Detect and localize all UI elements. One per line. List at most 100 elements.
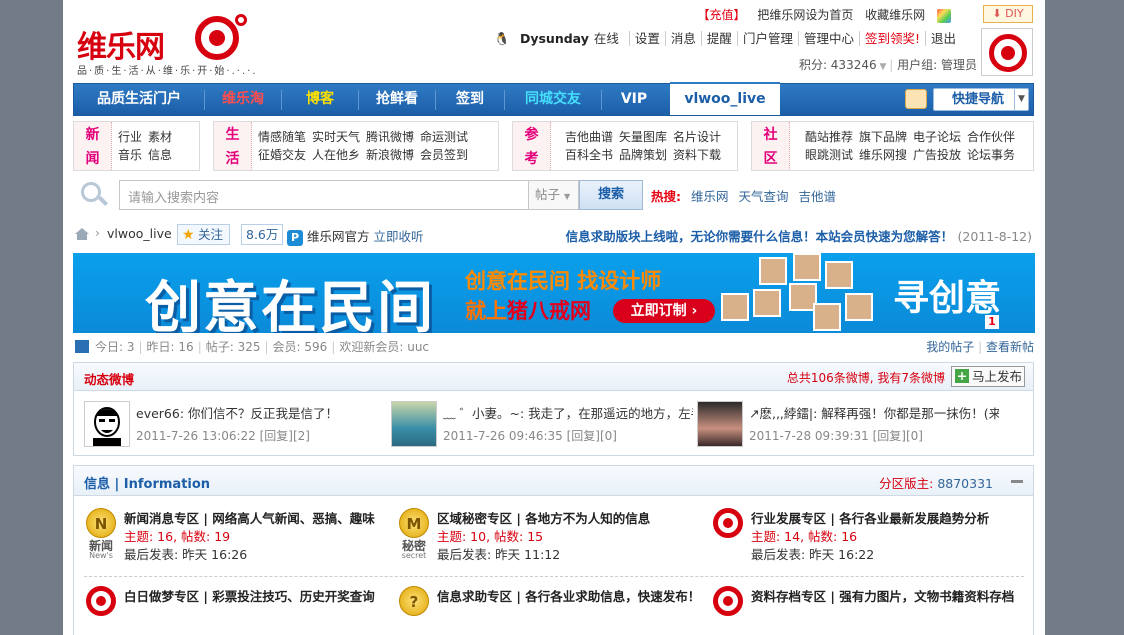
friends-icon[interactable] [905,89,927,109]
category-link[interactable]: 旗下品牌 [859,128,907,146]
target-icon[interactable] [711,508,745,558]
forum-last-post[interactable]: 最后发表: 昨天 11:12 [437,544,560,563]
points-dropdown[interactable]: 积分: 433246 [799,58,877,72]
nav-item-checkin[interactable]: 签到 [436,84,504,115]
set-homepage-link[interactable]: 把维乐网设为首页 [757,8,853,22]
home-icon[interactable] [75,228,89,240]
banner-page-indicator[interactable]: 1 [985,315,999,329]
category-link[interactable]: 素材 [148,128,172,146]
category-link[interactable]: 实时天气 [312,128,360,146]
news-coin-icon[interactable]: N 新闻 New's [84,508,118,560]
weibo-meta[interactable]: 2011-7-26 09:46:35 [回复][0] [443,427,617,444]
weibo-title[interactable]: 动态微博 [84,369,134,388]
weibo-meta[interactable]: 2011-7-26 13:06:22 [回复][2] [136,427,310,444]
forum-name[interactable]: 资料存档专区 | 强有力图片，文物书籍资料存档 [751,586,1014,605]
category-link[interactable]: 人在他乡 [312,146,360,164]
collapse-icon[interactable] [1011,480,1023,483]
forum-last-post[interactable]: 最后发表: 昨天 16:22 [751,544,874,563]
notice-link[interactable]: 信息求助版块上线啦，无论你需要什么信息！本站会员快速为您解答！ (2011-8-… [566,226,1032,245]
category-link[interactable]: 合作伙伴 [967,128,1015,146]
publish-button[interactable]: + 马上发布 [951,366,1025,387]
weibo-text[interactable]: ﹏ ゛小妻。~: 我走了，在那遥远的地方，左手 [443,403,693,422]
view-new-posts-link[interactable]: 查看新帖 [986,340,1034,354]
category-link[interactable]: 论坛事务 [967,146,1015,164]
search-button[interactable]: 搜索 [579,180,643,210]
nav-item-local-dating[interactable]: 同城交友 [505,84,601,115]
category-link[interactable]: 酷站推荐 [805,128,853,146]
user-group-link[interactable]: 用户组: 管理员 [897,58,977,72]
category-link[interactable]: 腾讯微博 [366,128,414,146]
hot-link[interactable]: 吉他谱 [798,189,836,204]
nav-item-preview[interactable]: 抢鲜看 [359,84,435,115]
messages-link[interactable]: 消息 [664,31,701,46]
category-link[interactable]: 征婚交友 [258,146,306,164]
recharge-link[interactable]: 【充值】 [697,8,745,22]
secret-coin-icon[interactable]: M 秘密 secret [397,508,431,560]
weibo-text[interactable]: ever66: 你们信不？反正我是信了！ [136,403,386,422]
category-link[interactable]: 情感随笔 [258,128,306,146]
forum-name[interactable]: 新闻消息专区 | 网络高人气新闻、恶搞、趣味 [124,508,375,527]
category-link[interactable]: 资料下载 [673,146,721,164]
category-link[interactable]: 眼跳测试 [805,146,853,164]
forum-name[interactable]: 区域秘密专区 | 各地方不为人知的信息 [437,508,650,527]
diy-button[interactable]: ⬇ DIY [983,5,1033,23]
nav-item-taobao[interactable]: 维乐淘 [205,84,281,115]
weibo-summary[interactable]: 总共106条微博, 我有7条微博 [787,369,945,386]
checkin-reward-link[interactable]: 签到领奖! [858,31,925,46]
forum-last-post[interactable]: 最后发表: 昨天 16:26 [124,544,247,563]
logout-link[interactable]: 退出 [924,31,961,46]
color-palette-icon[interactable] [937,8,951,23]
nav-item-portal[interactable]: 品质生活门户 [74,84,204,115]
category-link[interactable]: 行业 [118,128,142,146]
nav-item-blog[interactable]: 博客 [282,84,358,115]
weibo-text[interactable]: ↗麽,,,綍鐳|: 解释再强！你都是那一抹伤！(来 [749,403,999,422]
category-link[interactable]: 名片设计 [673,128,721,146]
search-input[interactable]: 请输入搜索内容 [119,180,529,210]
category-link[interactable]: 新浪微博 [366,146,414,164]
moderator-link[interactable]: 8870331 [937,476,993,491]
weibo-avatar[interactable] [391,401,437,447]
ad-banner[interactable]: 创意在民间 创意在民间 找设计师 就上猪八戒网 立即订制 › 寻创意 1 [73,253,1035,333]
category-link[interactable]: 吉他曲谱 [565,128,613,146]
category-link[interactable]: 音乐 [118,146,142,164]
portal-admin-link[interactable]: 门户管理 [736,31,798,46]
category-link[interactable]: 电子论坛 [913,128,961,146]
category-link[interactable]: 百科全书 [565,146,613,164]
category-link[interactable]: 广告投放 [913,146,961,164]
category-link[interactable]: 会员签到 [420,146,468,164]
breadcrumb-current[interactable]: vlwoo_live [107,226,172,241]
username-link[interactable]: Dysunday [515,31,594,46]
reminders-link[interactable]: 提醒 [700,31,737,46]
weibo-avatar[interactable] [84,401,130,447]
hot-link[interactable]: 维乐网 [691,189,729,204]
quick-nav-dropdown[interactable]: 快捷导航 ▼ [933,88,1029,111]
official-link[interactable]: 维乐网官方 [307,229,370,244]
listen-now-link[interactable]: 立即收听 [374,229,424,244]
nav-item-vip[interactable]: VIP [602,84,666,115]
settings-link[interactable]: 设置 [628,31,665,46]
category-link[interactable]: 命运测试 [420,128,468,146]
admin-center-link[interactable]: 管理中心 [797,31,859,46]
weibo-meta[interactable]: 2011-7-28 09:39:31 [回复][0] [749,427,923,444]
site-logo[interactable]: 维乐网 品·质·生·活·从·维·乐·开·始·.·.·. [75,12,256,77]
follow-button[interactable]: ★ 关注 [177,224,231,245]
my-posts-link[interactable]: 我的帖子 [926,340,974,354]
target-icon[interactable] [84,586,118,635]
category-link[interactable]: 维乐网搜 [859,146,907,164]
question-coin-icon[interactable]: ? [397,586,431,635]
category-link[interactable]: 信息 [148,146,172,164]
weibo-avatar[interactable] [697,401,743,447]
info-title[interactable]: 信息 | Information [84,473,210,492]
category-link[interactable]: 矢量图库 [619,128,667,146]
forum-name[interactable]: 白日做梦专区 | 彩票投注技巧、历史开奖查询 [124,586,375,605]
forum-name[interactable]: 行业发展专区 | 各行各业最新发展趋势分析 [751,508,989,527]
target-icon[interactable] [711,586,745,635]
hot-link[interactable]: 天气查询 [738,189,788,204]
forum-name[interactable]: 信息求助专区 | 各行各业求助信息，快速发布！ [437,586,700,605]
order-now-button[interactable]: 立即订制 › [613,299,715,323]
bookmark-link[interactable]: 收藏维乐网 [865,8,925,22]
user-avatar[interactable] [981,28,1033,76]
search-scope-select[interactable]: 帖子 ▼ [529,180,579,210]
nav-item-vlwoo-live[interactable]: vlwoo_live [670,82,780,115]
category-link[interactable]: 品牌策划 [619,146,667,164]
